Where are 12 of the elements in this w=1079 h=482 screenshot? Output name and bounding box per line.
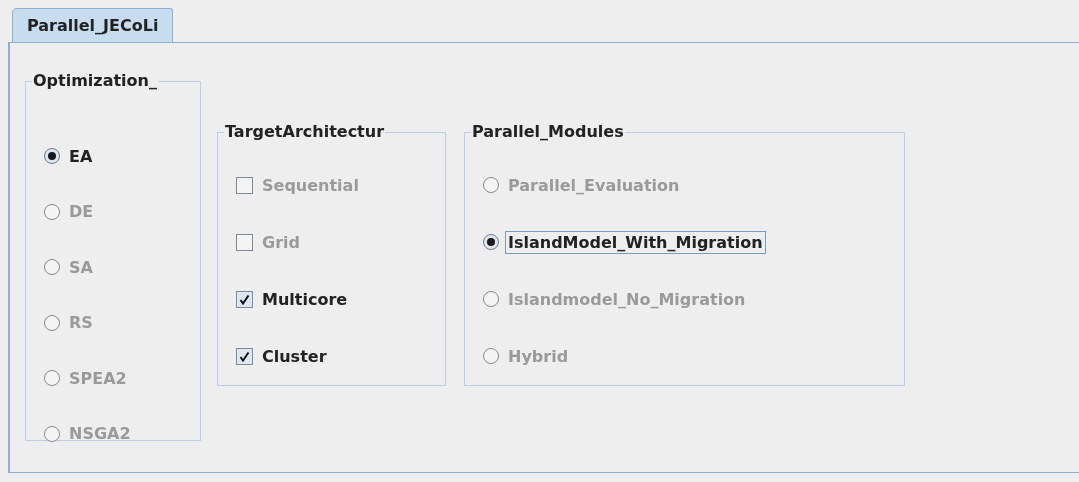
radio-label[interactable]: EA bbox=[66, 144, 96, 168]
radio-selected-icon[interactable] bbox=[483, 234, 499, 250]
tab[interactable]: Parallel_JECoLi bbox=[12, 8, 174, 42]
radio-selected-icon[interactable] bbox=[44, 148, 60, 164]
group-title: TargetArchitectur bbox=[224, 122, 386, 142]
group-title: Optimization_ bbox=[32, 71, 158, 91]
checkbox-checked-icon[interactable] bbox=[236, 347, 253, 365]
checkbox-label[interactable]: Cluster bbox=[259, 344, 330, 368]
checkbox-checked-icon[interactable] bbox=[236, 290, 253, 308]
checkbox-label[interactable]: Multicore bbox=[259, 287, 351, 311]
radio-label[interactable]: IslandModel_With_Migration bbox=[505, 230, 766, 254]
group-title: Parallel_Modules bbox=[471, 122, 625, 142]
